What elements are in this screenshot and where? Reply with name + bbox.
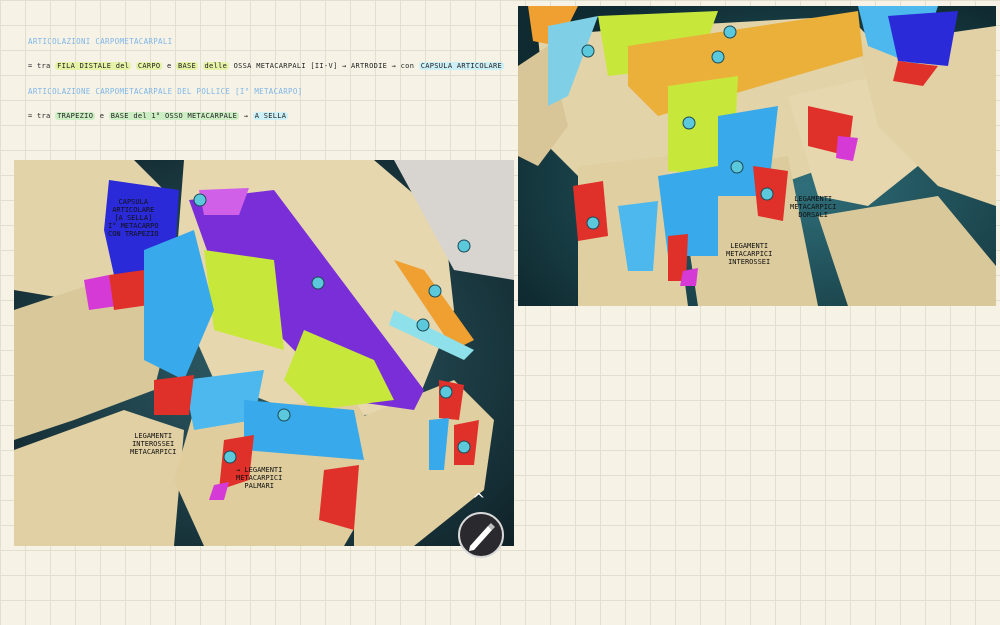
highlight-base-metacarpale: BASE del 1° OSSO METACARPALE xyxy=(108,112,240,120)
note-line-1-mid: e xyxy=(166,62,172,70)
label-legamenti-dorsali: LEGAMENTI METACARPICI DORSALI xyxy=(790,195,837,219)
note-line-1-prefix: = tra xyxy=(28,62,51,70)
label-legamenti-palmari: → LEGAMENTI METACARPICI PALMARI xyxy=(236,466,283,490)
note-line-1-rest: OSSA METACARPALI [II-V] → ARTRODIE → con xyxy=(233,62,415,70)
highlight-sella: A SELLA xyxy=(252,112,289,120)
highlight-base: BASE xyxy=(175,62,199,70)
label-legamenti-interossei-right: LEGAMENTI METACARPICI INTEROSSEI xyxy=(726,242,773,266)
section-title-carpometacarpal: ARTICOLAZIONI CARPOMETACARPALI xyxy=(28,37,173,46)
note-line-2: = tra TRAPEZIO e BASE del 1° OSSO METACA… xyxy=(28,112,289,120)
highlight-carpo: CARPO xyxy=(135,62,163,70)
note-line-2-rest: → xyxy=(243,112,249,120)
highlight-fila-distale: FILA DISTALE del xyxy=(55,62,132,70)
highlight-trapezio: TRAPEZIO xyxy=(55,112,96,120)
chevron-up-icon[interactable]: ^ xyxy=(472,492,485,508)
note-line-2-mid: e xyxy=(99,112,105,120)
label-capsula-articolare: CAPSULA ARTICOLARE [A SELLA] I° METACARP… xyxy=(108,198,159,238)
pencil-tool-button[interactable] xyxy=(458,512,504,558)
highlight-capsula: CAPSULA ARTICOLARE xyxy=(418,62,504,70)
pencil-icon xyxy=(469,523,495,551)
note-line-2-prefix: = tra xyxy=(28,112,51,120)
note-line-1: = tra FILA DISTALE del CARPO e BASE dell… xyxy=(28,62,504,70)
highlight-delle: delle xyxy=(202,62,230,70)
label-legamenti-interossei-left: LEGAMENTI INTEROSSEI METACARPICI xyxy=(130,432,177,456)
section-title-thumb: ARTICOLAZIONE CARPOMETACARPALE DEL POLLI… xyxy=(28,87,303,96)
